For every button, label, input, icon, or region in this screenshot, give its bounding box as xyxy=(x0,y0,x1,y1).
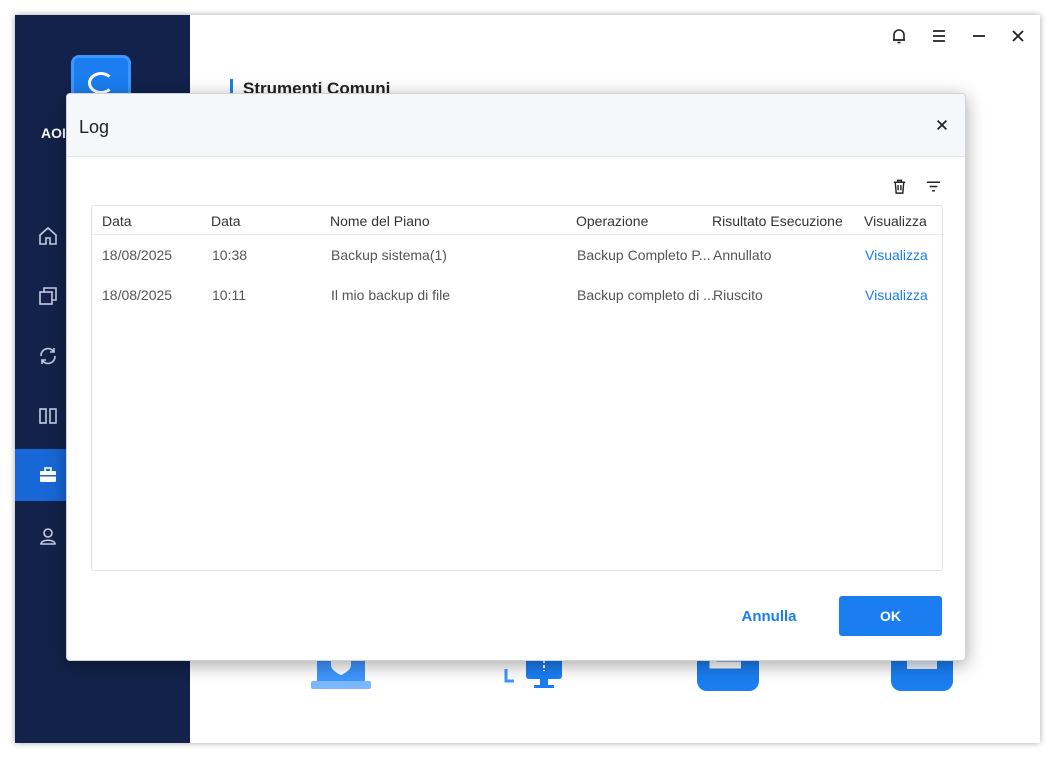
row-result: Riuscito xyxy=(713,287,763,303)
column-header-view: Visualizza xyxy=(864,213,927,229)
row-operation: Backup Completo P... xyxy=(577,247,711,263)
table-row[interactable]: 18/08/2025 10:11 Il mio backup di file B… xyxy=(92,275,942,315)
view-link[interactable]: Visualizza xyxy=(865,247,928,263)
column-header-date[interactable]: Data xyxy=(102,213,132,229)
row-time: 10:38 xyxy=(212,247,248,263)
row-plan-name: Il mio backup di file xyxy=(331,287,451,303)
log-table: Data Data Nome del Piano Operazione Risu… xyxy=(91,205,943,571)
dialog-header: Log xyxy=(67,94,965,157)
row-date: 18/08/2025 xyxy=(102,247,173,263)
ok-button[interactable]: OK xyxy=(839,596,942,636)
row-result: Annullato xyxy=(713,247,772,263)
row-plan-name: Backup sistema(1) xyxy=(331,247,447,263)
table-row[interactable]: 18/08/2025 10:38 Backup sistema(1) Backu… xyxy=(92,235,942,275)
trash-icon[interactable] xyxy=(889,176,909,196)
row-operation: Backup completo di ... xyxy=(577,287,715,303)
log-dialog: Log Data Data Nome del Piano Operazione … xyxy=(66,93,966,661)
row-date: 18/08/2025 xyxy=(102,287,173,303)
column-header-plan[interactable]: Nome del Piano xyxy=(330,213,430,229)
modal-overlay: Log Data Data Nome del Piano Operazione … xyxy=(0,0,1055,758)
filter-icon[interactable] xyxy=(923,176,943,196)
column-header-operation[interactable]: Operazione xyxy=(576,213,648,229)
column-header-result[interactable]: Risultato Esecuzione xyxy=(712,213,843,229)
cancel-button[interactable]: Annulla xyxy=(729,596,809,636)
table-header: Data Data Nome del Piano Operazione Risu… xyxy=(92,206,942,235)
column-header-time[interactable]: Data xyxy=(211,213,241,229)
dialog-close-icon[interactable] xyxy=(931,114,953,136)
dialog-title: Log xyxy=(79,117,110,137)
view-link[interactable]: Visualizza xyxy=(865,287,928,303)
row-time: 10:11 xyxy=(212,287,246,303)
